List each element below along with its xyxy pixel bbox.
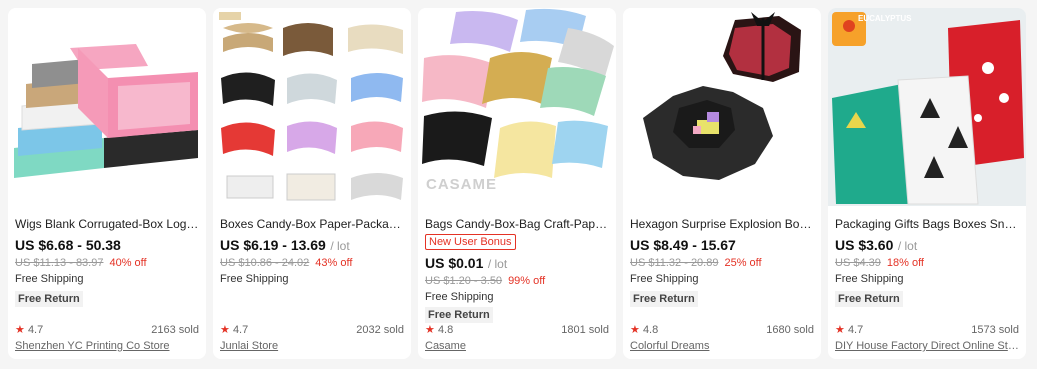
- rating-row: ★ 4.8 1801 sold: [425, 323, 609, 337]
- product-card[interactable]: CASAME Bags Candy-Box-Bag Craft-Paper Pi…: [418, 8, 616, 359]
- rating-row: ★ 4.7 2032 sold: [220, 323, 404, 337]
- store-link[interactable]: DIY House Factory Direct Online Store: [835, 339, 1019, 354]
- price-unit: / lot: [330, 239, 350, 253]
- shipping-label: Free Shipping: [220, 273, 289, 285]
- free-return-badge: Free Return: [425, 307, 493, 323]
- brand-watermark: CASAME: [426, 176, 498, 193]
- store-link[interactable]: Shenzhen YC Printing Co Store: [15, 339, 199, 354]
- free-return-badge: Free Return: [630, 291, 698, 307]
- product-title[interactable]: Boxes Candy-Box Paper-Packaging Kraft Pi…: [220, 216, 404, 232]
- shipping-label: Free Shipping: [630, 273, 699, 285]
- rating-value: 4.7: [232, 324, 249, 336]
- product-card[interactable]: EUCALYPTUS Packaging Gifts Bags Boxes Sn…: [828, 8, 1026, 359]
- discount-label: 25% off: [724, 257, 762, 269]
- original-price-row: US $1.20 - 3.50 99% off: [425, 274, 609, 288]
- original-price-row: US $11.13 - 83.97 40% off: [15, 256, 199, 270]
- discount-label: 18% off: [886, 257, 924, 269]
- product-price: US $8.49 - 15.67: [630, 237, 736, 253]
- original-price-row: US $10.86 - 24.02 43% off: [220, 256, 404, 270]
- original-price: US $1.20 - 3.50: [425, 275, 503, 287]
- star-icon: ★: [835, 324, 845, 336]
- price-row: US $0.01 / lot: [425, 254, 609, 272]
- original-price: US $10.86 - 24.02: [220, 257, 310, 269]
- original-price-row: US $4.39 18% off: [835, 256, 1019, 270]
- shipping-label: Free Shipping: [15, 273, 84, 285]
- store-link[interactable]: Colorful Dreams: [630, 339, 814, 354]
- brand-watermark: EUCALYPTUS: [858, 14, 912, 23]
- sold-count: 2032 sold: [356, 324, 404, 336]
- product-title[interactable]: Packaging Gifts Bags Boxes Snowflake Chr…: [835, 216, 1019, 232]
- original-price: US $11.13 - 83.97: [15, 257, 104, 269]
- rating-value: 4.8: [437, 324, 454, 336]
- sold-count: 1801 sold: [561, 324, 609, 336]
- free-return-badge: Free Return: [835, 291, 903, 307]
- free-return-badge: Free Return: [15, 291, 83, 307]
- store-link[interactable]: Casame: [425, 339, 609, 354]
- product-image[interactable]: [8, 8, 206, 206]
- store-link[interactable]: Junlai Store: [220, 339, 404, 354]
- product-price: US $3.60: [835, 237, 894, 253]
- price-row: US $8.49 - 15.67: [630, 236, 814, 254]
- product-card[interactable]: Wigs Blank Corrugated-Box Logo Custom Ma…: [8, 8, 206, 359]
- star-icon: ★: [425, 324, 435, 336]
- price-unit: / lot: [487, 257, 508, 271]
- discount-label: 99% off: [508, 275, 546, 287]
- star-icon: ★: [220, 324, 230, 336]
- product-title[interactable]: Wigs Blank Corrugated-Box Logo Custom Ma…: [15, 216, 199, 232]
- star-icon: ★: [630, 324, 640, 336]
- product-price: US $6.19 - 13.69: [220, 237, 326, 253]
- sold-count: 1573 sold: [971, 324, 1019, 336]
- original-price: US $4.39: [835, 257, 881, 269]
- sold-count: 1680 sold: [766, 324, 814, 336]
- product-card[interactable]: Hexagon Surprise Explosion Box DIY Scrap…: [623, 8, 821, 359]
- product-image[interactable]: EUCALYPTUS: [828, 8, 1026, 206]
- price-row: US $6.68 - 50.38: [15, 236, 199, 254]
- product-image[interactable]: [213, 8, 411, 206]
- shipping-label: Free Shipping: [425, 291, 494, 303]
- product-card[interactable]: Boxes Candy-Box Paper-Packaging Kraft Pi…: [213, 8, 411, 359]
- product-image[interactable]: [623, 8, 821, 206]
- price-unit: / lot: [897, 239, 918, 253]
- sold-count: 2163 sold: [151, 324, 199, 336]
- rating-value: 4.7: [847, 324, 864, 336]
- rating-row: ★ 4.7 1573 sold: [835, 323, 1019, 337]
- product-image[interactable]: CASAME: [418, 8, 616, 206]
- discount-label: 40% off: [109, 257, 147, 269]
- rating-row: ★ 4.8 1680 sold: [630, 323, 814, 337]
- discount-label: 43% off: [315, 257, 353, 269]
- product-price: US $0.01: [425, 255, 484, 271]
- rating-value: 4.7: [27, 324, 44, 336]
- shipping-label: Free Shipping: [835, 273, 904, 285]
- rating-value: 4.8: [642, 324, 659, 336]
- price-row: US $3.60 / lot: [835, 236, 1019, 254]
- original-price: US $11.32 - 20.89: [630, 257, 719, 269]
- product-price: US $6.68 - 50.38: [15, 237, 121, 253]
- new-user-bonus-badge: New User Bonus: [425, 232, 609, 250]
- star-icon: ★: [15, 324, 25, 336]
- rating-row: ★ 4.7 2163 sold: [15, 323, 199, 337]
- product-title[interactable]: Hexagon Surprise Explosion Box DIY Scrap…: [630, 216, 814, 232]
- original-price-row: US $11.32 - 20.89 25% off: [630, 256, 814, 270]
- product-grid: Wigs Blank Corrugated-Box Logo Custom Ma…: [8, 8, 1026, 359]
- product-title[interactable]: Bags Candy-Box-Bag Craft-Paper Pillow Bo…: [425, 216, 609, 232]
- price-row: US $6.19 - 13.69 / lot: [220, 236, 404, 254]
